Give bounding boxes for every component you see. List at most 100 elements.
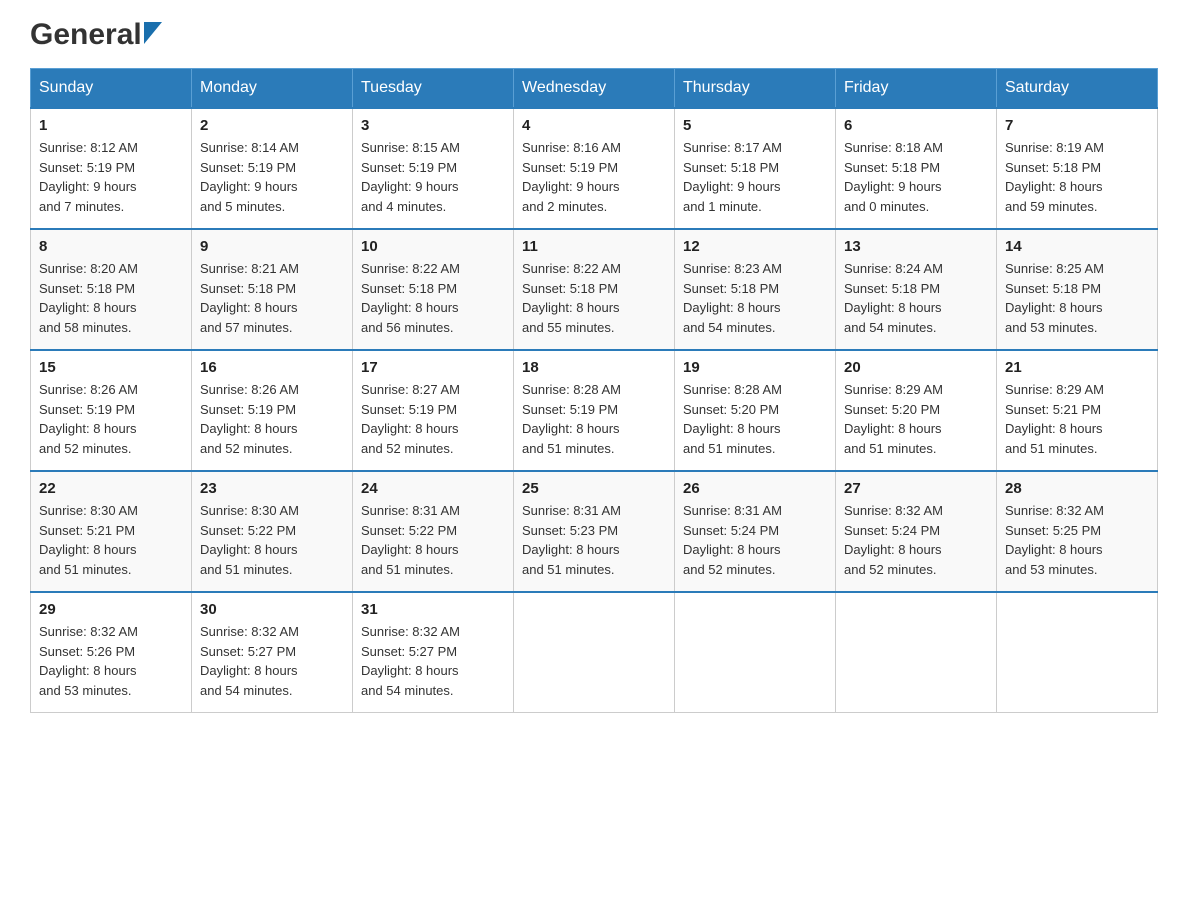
day-info: Sunrise: 8:31 AM Sunset: 5:22 PM Dayligh…: [361, 501, 505, 579]
day-info: Sunrise: 8:18 AM Sunset: 5:18 PM Dayligh…: [844, 138, 988, 216]
calendar-cell: 27 Sunrise: 8:32 AM Sunset: 5:24 PM Dayl…: [836, 471, 997, 592]
calendar-cell: 8 Sunrise: 8:20 AM Sunset: 5:18 PM Dayli…: [31, 229, 192, 350]
day-info: Sunrise: 8:30 AM Sunset: 5:21 PM Dayligh…: [39, 501, 183, 579]
calendar-cell: 9 Sunrise: 8:21 AM Sunset: 5:18 PM Dayli…: [192, 229, 353, 350]
calendar-cell: 23 Sunrise: 8:30 AM Sunset: 5:22 PM Dayl…: [192, 471, 353, 592]
day-number: 9: [200, 238, 344, 255]
day-number: 19: [683, 359, 827, 376]
column-header-monday: Monday: [192, 69, 353, 109]
day-info: Sunrise: 8:26 AM Sunset: 5:19 PM Dayligh…: [39, 380, 183, 458]
calendar-header-row: SundayMondayTuesdayWednesdayThursdayFrid…: [31, 69, 1158, 109]
day-info: Sunrise: 8:32 AM Sunset: 5:27 PM Dayligh…: [200, 622, 344, 700]
day-info: Sunrise: 8:15 AM Sunset: 5:19 PM Dayligh…: [361, 138, 505, 216]
week-row-3: 15 Sunrise: 8:26 AM Sunset: 5:19 PM Dayl…: [31, 350, 1158, 471]
calendar-cell: 4 Sunrise: 8:16 AM Sunset: 5:19 PM Dayli…: [514, 108, 675, 229]
day-info: Sunrise: 8:31 AM Sunset: 5:23 PM Dayligh…: [522, 501, 666, 579]
calendar-table: SundayMondayTuesdayWednesdayThursdayFrid…: [30, 68, 1158, 713]
calendar-cell: 20 Sunrise: 8:29 AM Sunset: 5:20 PM Dayl…: [836, 350, 997, 471]
day-info: Sunrise: 8:26 AM Sunset: 5:19 PM Dayligh…: [200, 380, 344, 458]
column-header-friday: Friday: [836, 69, 997, 109]
day-info: Sunrise: 8:32 AM Sunset: 5:26 PM Dayligh…: [39, 622, 183, 700]
day-info: Sunrise: 8:31 AM Sunset: 5:24 PM Dayligh…: [683, 501, 827, 579]
calendar-cell: 14 Sunrise: 8:25 AM Sunset: 5:18 PM Dayl…: [997, 229, 1158, 350]
logo: General: [30, 20, 162, 48]
day-info: Sunrise: 8:28 AM Sunset: 5:19 PM Dayligh…: [522, 380, 666, 458]
column-header-thursday: Thursday: [675, 69, 836, 109]
day-number: 20: [844, 359, 988, 376]
calendar-cell: 26 Sunrise: 8:31 AM Sunset: 5:24 PM Dayl…: [675, 471, 836, 592]
week-row-2: 8 Sunrise: 8:20 AM Sunset: 5:18 PM Dayli…: [31, 229, 1158, 350]
logo-general: General: [30, 20, 142, 50]
day-number: 12: [683, 238, 827, 255]
day-info: Sunrise: 8:29 AM Sunset: 5:20 PM Dayligh…: [844, 380, 988, 458]
calendar-cell: 17 Sunrise: 8:27 AM Sunset: 5:19 PM Dayl…: [353, 350, 514, 471]
day-number: 22: [39, 480, 183, 497]
calendar-cell: 7 Sunrise: 8:19 AM Sunset: 5:18 PM Dayli…: [997, 108, 1158, 229]
calendar-cell: 11 Sunrise: 8:22 AM Sunset: 5:18 PM Dayl…: [514, 229, 675, 350]
day-info: Sunrise: 8:27 AM Sunset: 5:19 PM Dayligh…: [361, 380, 505, 458]
day-info: Sunrise: 8:19 AM Sunset: 5:18 PM Dayligh…: [1005, 138, 1149, 216]
day-info: Sunrise: 8:24 AM Sunset: 5:18 PM Dayligh…: [844, 259, 988, 337]
day-number: 27: [844, 480, 988, 497]
calendar-cell: 24 Sunrise: 8:31 AM Sunset: 5:22 PM Dayl…: [353, 471, 514, 592]
calendar-cell: 22 Sunrise: 8:30 AM Sunset: 5:21 PM Dayl…: [31, 471, 192, 592]
day-number: 15: [39, 359, 183, 376]
calendar-cell: 25 Sunrise: 8:31 AM Sunset: 5:23 PM Dayl…: [514, 471, 675, 592]
day-number: 14: [1005, 238, 1149, 255]
calendar-cell: 28 Sunrise: 8:32 AM Sunset: 5:25 PM Dayl…: [997, 471, 1158, 592]
week-row-5: 29 Sunrise: 8:32 AM Sunset: 5:26 PM Dayl…: [31, 592, 1158, 713]
day-info: Sunrise: 8:28 AM Sunset: 5:20 PM Dayligh…: [683, 380, 827, 458]
day-number: 7: [1005, 117, 1149, 134]
day-info: Sunrise: 8:16 AM Sunset: 5:19 PM Dayligh…: [522, 138, 666, 216]
day-number: 29: [39, 601, 183, 618]
day-number: 16: [200, 359, 344, 376]
day-info: Sunrise: 8:32 AM Sunset: 5:27 PM Dayligh…: [361, 622, 505, 700]
logo-triangle-icon: [144, 22, 162, 44]
day-number: 3: [361, 117, 505, 134]
day-info: Sunrise: 8:21 AM Sunset: 5:18 PM Dayligh…: [200, 259, 344, 337]
day-number: 28: [1005, 480, 1149, 497]
calendar-cell: [997, 592, 1158, 713]
day-number: 4: [522, 117, 666, 134]
calendar-cell: [514, 592, 675, 713]
week-row-1: 1 Sunrise: 8:12 AM Sunset: 5:19 PM Dayli…: [31, 108, 1158, 229]
week-row-4: 22 Sunrise: 8:30 AM Sunset: 5:21 PM Dayl…: [31, 471, 1158, 592]
day-info: Sunrise: 8:22 AM Sunset: 5:18 PM Dayligh…: [522, 259, 666, 337]
column-header-saturday: Saturday: [997, 69, 1158, 109]
day-number: 13: [844, 238, 988, 255]
day-number: 5: [683, 117, 827, 134]
day-info: Sunrise: 8:32 AM Sunset: 5:24 PM Dayligh…: [844, 501, 988, 579]
calendar-cell: 13 Sunrise: 8:24 AM Sunset: 5:18 PM Dayl…: [836, 229, 997, 350]
calendar-cell: 2 Sunrise: 8:14 AM Sunset: 5:19 PM Dayli…: [192, 108, 353, 229]
calendar-cell: 12 Sunrise: 8:23 AM Sunset: 5:18 PM Dayl…: [675, 229, 836, 350]
calendar-cell: 18 Sunrise: 8:28 AM Sunset: 5:19 PM Dayl…: [514, 350, 675, 471]
calendar-cell: 21 Sunrise: 8:29 AM Sunset: 5:21 PM Dayl…: [997, 350, 1158, 471]
day-number: 24: [361, 480, 505, 497]
calendar-cell: 16 Sunrise: 8:26 AM Sunset: 5:19 PM Dayl…: [192, 350, 353, 471]
column-header-wednesday: Wednesday: [514, 69, 675, 109]
calendar-cell: 15 Sunrise: 8:26 AM Sunset: 5:19 PM Dayl…: [31, 350, 192, 471]
day-number: 21: [1005, 359, 1149, 376]
column-header-tuesday: Tuesday: [353, 69, 514, 109]
day-number: 31: [361, 601, 505, 618]
calendar-cell: [836, 592, 997, 713]
day-info: Sunrise: 8:17 AM Sunset: 5:18 PM Dayligh…: [683, 138, 827, 216]
calendar-cell: 29 Sunrise: 8:32 AM Sunset: 5:26 PM Dayl…: [31, 592, 192, 713]
day-info: Sunrise: 8:25 AM Sunset: 5:18 PM Dayligh…: [1005, 259, 1149, 337]
day-info: Sunrise: 8:29 AM Sunset: 5:21 PM Dayligh…: [1005, 380, 1149, 458]
day-info: Sunrise: 8:20 AM Sunset: 5:18 PM Dayligh…: [39, 259, 183, 337]
day-info: Sunrise: 8:32 AM Sunset: 5:25 PM Dayligh…: [1005, 501, 1149, 579]
day-number: 6: [844, 117, 988, 134]
day-number: 10: [361, 238, 505, 255]
calendar-cell: 19 Sunrise: 8:28 AM Sunset: 5:20 PM Dayl…: [675, 350, 836, 471]
day-number: 1: [39, 117, 183, 134]
calendar-cell: 30 Sunrise: 8:32 AM Sunset: 5:27 PM Dayl…: [192, 592, 353, 713]
day-number: 8: [39, 238, 183, 255]
day-info: Sunrise: 8:12 AM Sunset: 5:19 PM Dayligh…: [39, 138, 183, 216]
day-info: Sunrise: 8:22 AM Sunset: 5:18 PM Dayligh…: [361, 259, 505, 337]
day-info: Sunrise: 8:14 AM Sunset: 5:19 PM Dayligh…: [200, 138, 344, 216]
calendar-cell: [675, 592, 836, 713]
day-info: Sunrise: 8:30 AM Sunset: 5:22 PM Dayligh…: [200, 501, 344, 579]
day-info: Sunrise: 8:23 AM Sunset: 5:18 PM Dayligh…: [683, 259, 827, 337]
calendar-cell: 6 Sunrise: 8:18 AM Sunset: 5:18 PM Dayli…: [836, 108, 997, 229]
